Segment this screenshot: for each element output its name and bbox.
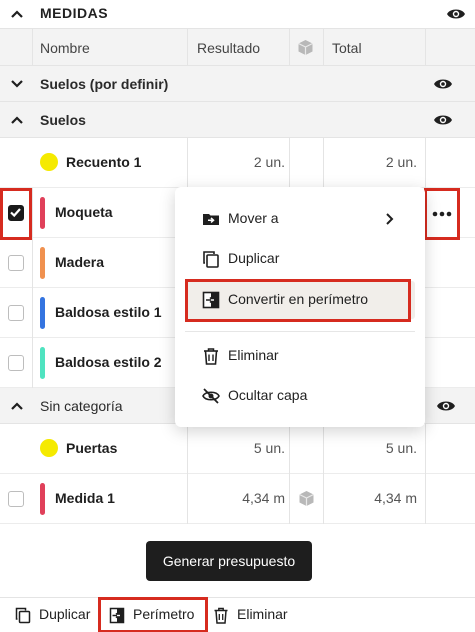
column-result[interactable]: Resultado bbox=[197, 40, 260, 56]
eye-off-icon bbox=[202, 388, 220, 404]
group-row-suelos[interactable]: Suelos bbox=[0, 102, 475, 138]
copy-icon bbox=[203, 251, 219, 268]
menu-item-duplicate[interactable]: Duplicar bbox=[175, 239, 425, 279]
eye-icon[interactable] bbox=[436, 399, 456, 413]
list-item[interactable]: Medida 1 4,34 m 4,34 m bbox=[0, 474, 475, 524]
checkbox[interactable] bbox=[8, 305, 24, 321]
menu-item-hide-layer[interactable]: Ocultar capa bbox=[175, 376, 425, 416]
copy-icon bbox=[15, 607, 31, 624]
chevron-up-icon[interactable] bbox=[8, 111, 26, 129]
item-total: 2 un. bbox=[385, 154, 417, 170]
eye-icon[interactable] bbox=[433, 113, 453, 127]
delete-button[interactable]: Eliminar bbox=[237, 606, 288, 622]
item-name: Medida 1 bbox=[55, 490, 115, 506]
item-name: Recuento 1 bbox=[66, 154, 142, 170]
eye-icon[interactable] bbox=[433, 77, 453, 91]
list-item[interactable]: Recuento 1 2 un. 2 un. bbox=[0, 138, 475, 188]
item-name: Puertas bbox=[66, 440, 118, 456]
menu-label: Ocultar capa bbox=[228, 387, 308, 403]
menu-label: Mover a bbox=[228, 210, 279, 226]
color-bar bbox=[40, 197, 45, 229]
more-options-button[interactable] bbox=[432, 207, 452, 219]
color-bar bbox=[40, 297, 45, 329]
highlight-perimeter-button bbox=[98, 597, 208, 632]
color-bar bbox=[40, 247, 45, 279]
item-name: Baldosa estilo 1 bbox=[55, 304, 162, 320]
group-label: Suelos (por definir) bbox=[40, 76, 169, 92]
checkbox[interactable] bbox=[8, 355, 24, 371]
column-total[interactable]: Total bbox=[332, 40, 362, 56]
item-name: Moqueta bbox=[55, 204, 113, 220]
highlight-checkbox bbox=[0, 188, 32, 240]
menu-label: Duplicar bbox=[228, 250, 280, 266]
menu-item-move-to[interactable]: Mover a bbox=[175, 199, 425, 239]
panel-title: MEDIDAS bbox=[40, 5, 109, 21]
panel-header: MEDIDAS bbox=[0, 0, 475, 28]
chevron-up-icon[interactable] bbox=[8, 397, 26, 415]
trash-icon bbox=[204, 348, 218, 365]
color-dot bbox=[40, 439, 58, 457]
group-row-suelos-por-definir[interactable]: Suelos (por definir) bbox=[0, 66, 475, 102]
color-bar bbox=[40, 347, 45, 379]
generate-budget-button[interactable]: Generar presupuesto bbox=[146, 541, 312, 581]
group-label: Sin categoría bbox=[40, 398, 123, 414]
folder-move-icon bbox=[203, 214, 219, 225]
context-menu: Mover a Duplicar Convertir en perímetro … bbox=[175, 187, 425, 427]
cube-icon bbox=[299, 491, 314, 506]
eye-icon[interactable] bbox=[446, 7, 466, 21]
list-item[interactable]: Puertas 5 un. 5 un. bbox=[0, 424, 475, 474]
menu-label: Eliminar bbox=[228, 347, 279, 363]
item-total: 5 un. bbox=[385, 440, 417, 456]
item-total: 4,34 m bbox=[374, 490, 417, 506]
menu-item-delete[interactable]: Eliminar bbox=[175, 336, 425, 376]
item-result: 5 un. bbox=[253, 440, 285, 456]
chevron-down-icon[interactable] bbox=[8, 75, 26, 93]
item-name: Madera bbox=[55, 254, 105, 270]
table-header: Nombre Resultado Total bbox=[0, 28, 475, 66]
menu-divider bbox=[185, 331, 415, 332]
checkbox[interactable] bbox=[8, 491, 24, 507]
duplicate-button[interactable]: Duplicar bbox=[39, 606, 90, 622]
group-label: Suelos bbox=[40, 112, 86, 128]
highlight-convert-perimeter bbox=[185, 279, 411, 322]
cube-icon bbox=[298, 40, 313, 55]
trash-icon bbox=[214, 607, 228, 624]
column-name[interactable]: Nombre bbox=[40, 40, 90, 56]
footer-toolbar: Duplicar Perímetro Eliminar bbox=[0, 597, 475, 632]
item-result: 4,34 m bbox=[242, 490, 285, 506]
checkbox[interactable] bbox=[8, 255, 24, 271]
chevron-up-icon[interactable] bbox=[8, 5, 26, 23]
color-bar bbox=[40, 483, 45, 515]
item-name: Baldosa estilo 2 bbox=[55, 354, 162, 370]
color-dot bbox=[40, 153, 58, 171]
chevron-right-icon bbox=[386, 213, 394, 225]
item-result: 2 un. bbox=[253, 154, 285, 170]
